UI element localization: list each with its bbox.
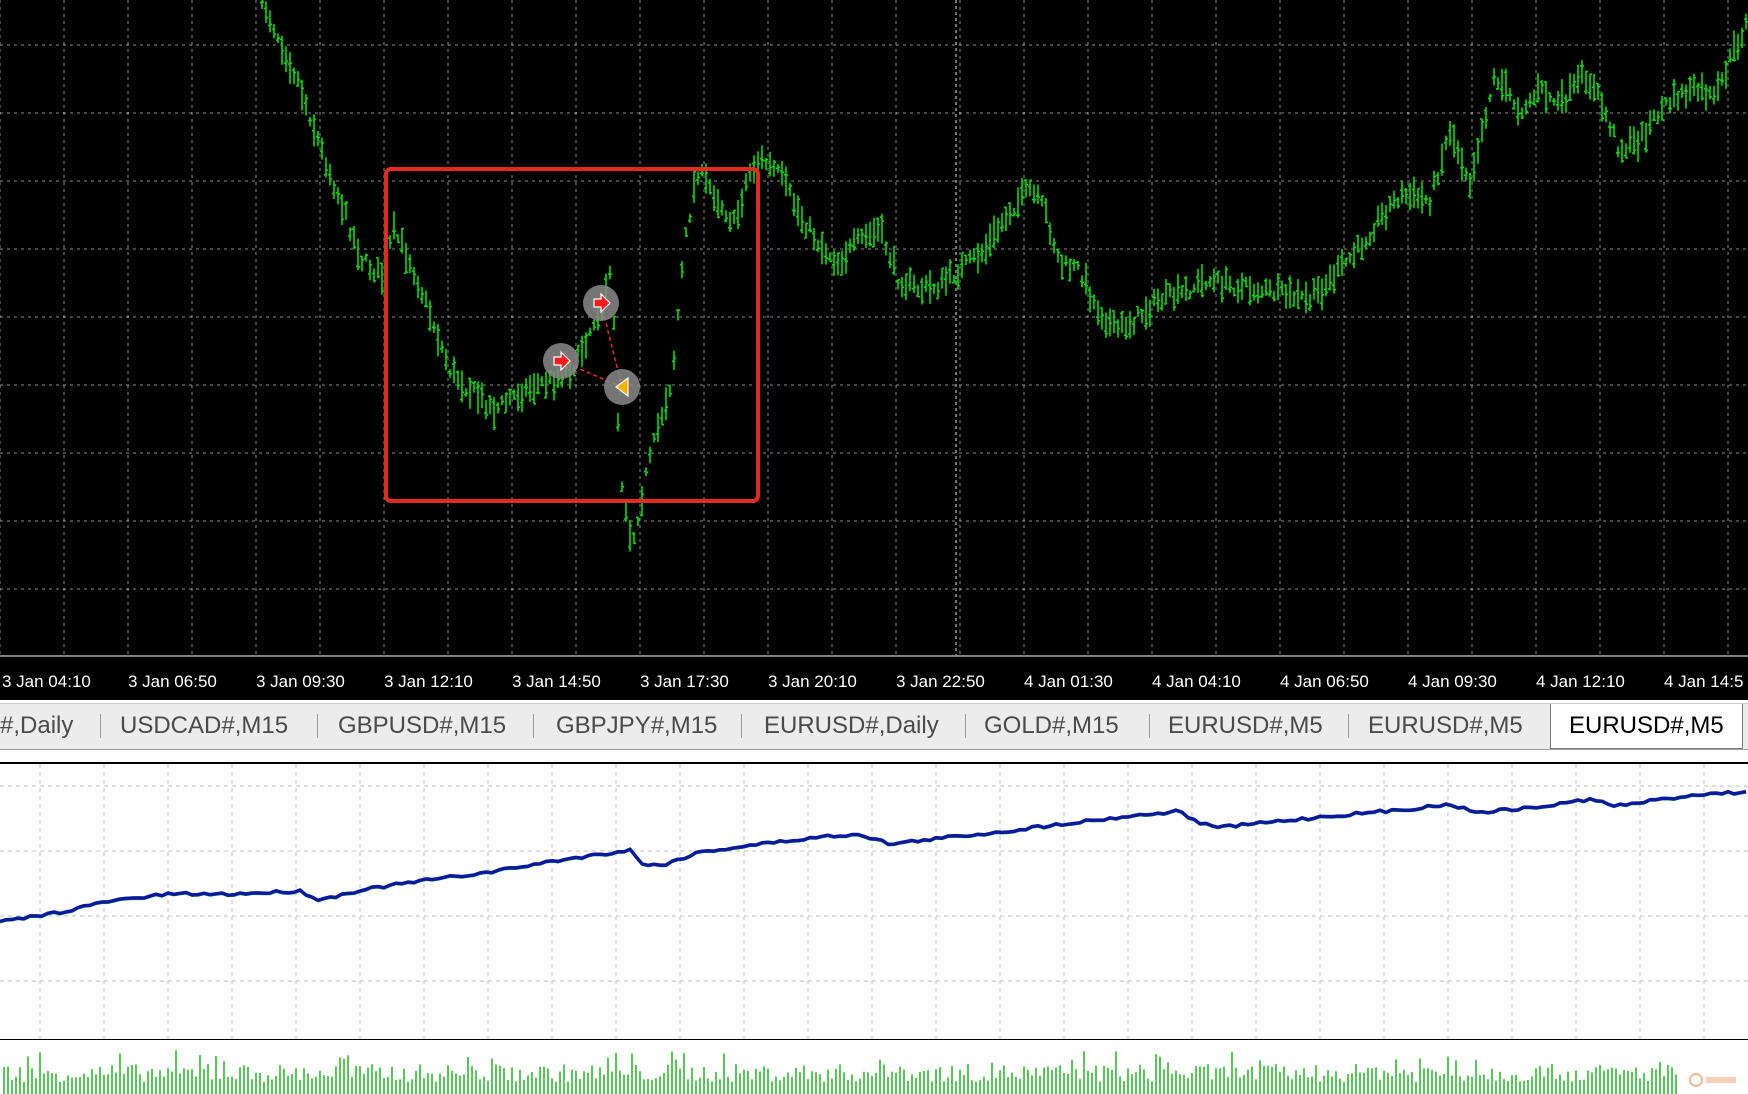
tab-separator — [533, 714, 534, 738]
time-axis-label: 4 Jan 01:30 — [1024, 672, 1113, 691]
tab-separator — [100, 714, 101, 738]
tab-separator — [317, 714, 318, 738]
tab-eurusd-daily[interactable]: EURUSD#,Daily — [764, 704, 939, 748]
time-axis-label: 4 Jan 04:10 — [1152, 672, 1241, 691]
tab-chart-daily[interactable]: #,Daily — [0, 704, 73, 748]
tab-gbpjpy-m15[interactable]: GBPJPY#,M15 — [556, 704, 717, 748]
main-price-chart[interactable]: 3 Jan 04:10 3 Jan 06:50 3 Jan 09:30 3 Ja… — [0, 0, 1748, 700]
buy-arrow-icon — [583, 285, 619, 321]
time-axis-label: 3 Jan 14:50 — [512, 672, 601, 691]
chart-tab-bar: #,Daily USDCAD#,M15 GBPUSD#,M15 GBPJPY#,… — [0, 703, 1748, 750]
tab-eurusd-m5[interactable]: EURUSD#,M5 — [1168, 704, 1323, 748]
equity-curve-panel[interactable] — [0, 762, 1748, 1041]
volume-canvas[interactable] — [0, 1040, 1748, 1094]
tab-gold-m15[interactable]: GOLD#,M15 — [984, 704, 1119, 748]
tab-gbpusd-m15[interactable]: GBPUSD#,M15 — [338, 704, 506, 748]
tab-separator — [1348, 714, 1349, 738]
volume-bars — [3, 1050, 1677, 1094]
buy-arrow-icon — [543, 343, 579, 379]
equity-grid — [0, 764, 1748, 1039]
time-axis-label: 4 Jan 14:5 — [1664, 672, 1744, 691]
price-grid — [0, 0, 1748, 657]
close-arrow-icon — [604, 369, 640, 405]
time-axis-label: 4 Jan 06:50 — [1280, 672, 1369, 691]
equity-line — [0, 789, 1747, 924]
time-axis-label: 3 Jan 04:10 — [2, 672, 91, 691]
watermark-logo-icon — [1689, 1073, 1736, 1087]
time-axis-label: 4 Jan 12:10 — [1536, 672, 1625, 691]
equity-curve-canvas[interactable] — [0, 764, 1748, 1039]
time-axis-label: 3 Jan 17:30 — [640, 672, 729, 691]
tab-separator — [741, 714, 742, 738]
tab-eurusd-m5[interactable]: EURUSD#,M5 — [1368, 704, 1523, 748]
price-bars — [260, 0, 1748, 552]
highlight-rectangle — [384, 167, 760, 503]
price-chart-canvas[interactable] — [0, 0, 1748, 700]
tab-eurusd-m5-active[interactable]: EURUSD#,M5 — [1550, 704, 1743, 749]
time-axis-label: 3 Jan 06:50 — [128, 672, 217, 691]
time-axis-label: 3 Jan 12:10 — [384, 672, 473, 691]
tab-separator — [1149, 714, 1150, 738]
time-axis-label: 3 Jan 20:10 — [768, 672, 857, 691]
time-axis-label: 4 Jan 09:30 — [1408, 672, 1497, 691]
volume-panel[interactable] — [0, 1040, 1748, 1094]
time-axis-label: 3 Jan 22:50 — [896, 672, 985, 691]
time-axis: 3 Jan 04:10 3 Jan 06:50 3 Jan 09:30 3 Ja… — [0, 660, 1748, 700]
tab-usdcad-m15[interactable]: USDCAD#,M15 — [120, 704, 288, 748]
tab-separator — [965, 714, 966, 738]
time-axis-label: 3 Jan 09:30 — [256, 672, 345, 691]
